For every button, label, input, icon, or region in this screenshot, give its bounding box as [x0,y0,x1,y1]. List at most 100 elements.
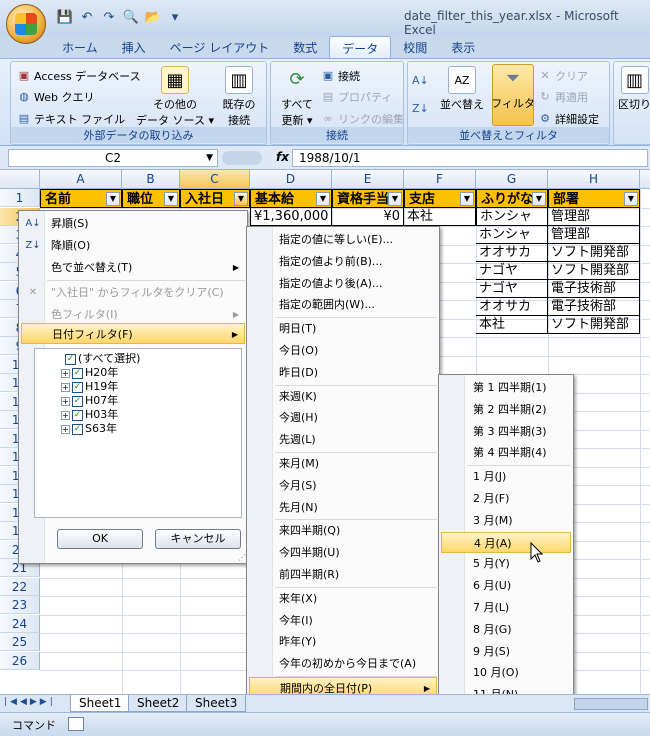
existing-connections-button[interactable]: ▥ 既存の 接続 [215,66,263,128]
ok-button[interactable]: OK [57,529,143,549]
date-filter-item[interactable]: 今週(H) [249,407,437,428]
date-filter-item[interactable]: 前四半期(R) [249,564,437,585]
date-filter-item[interactable]: 来月(M) [249,453,437,474]
text-file-button[interactable]: ▤ テキスト ファイル [17,111,125,127]
name-box[interactable]: C2 ▼ [8,149,218,167]
date-filter-item[interactable]: 来四半期(Q) [249,520,437,541]
properties-button[interactable]: ▤ プロパティ [321,89,393,105]
filter-dropdown-icon[interactable]: ▼ [234,192,248,206]
filter-dropdown-icon[interactable]: ▼ [624,192,638,206]
cell-f2[interactable]: 本社 [404,208,476,226]
checkbox-checked-icon[interactable]: ✓ [72,423,83,435]
print-preview-icon[interactable]: 🔍 [122,9,140,27]
checkbox-checked-icon[interactable]: ✓ [72,381,83,393]
connections-button[interactable]: ▣ 接続 [321,68,360,84]
cancel-button[interactable]: キャンセル [155,529,241,549]
expand-icon[interactable]: + [61,410,70,420]
resize-grip-icon[interactable]: ⋰ [238,553,246,562]
qat-dropdown-icon[interactable]: ▾ [166,9,184,27]
undo-icon[interactable]: ↶ [78,9,96,27]
tab-home[interactable]: ホーム [50,36,110,58]
date-filter-item[interactable]: 昨年(Y) [249,631,437,652]
filter-dropdown-icon[interactable]: ▼ [388,192,402,206]
menu-sort-ascending[interactable]: A↓ 昇順(S) [21,213,245,234]
cell-g[interactable]: ホンシャ [476,226,548,244]
tree-item[interactable]: + ✓ H03年 [61,408,118,422]
checkbox-checked-icon[interactable]: ✓ [72,395,83,407]
date-filter-item[interactable]: 明日(T) [249,318,437,339]
tree-item[interactable]: + ✓ H07年 [61,394,118,408]
period-item[interactable]: 第 3 四半期(3) [441,421,571,442]
filter-dropdown-icon[interactable]: ▼ [316,192,330,206]
period-item[interactable]: 8 月(G) [441,619,571,640]
sheet-nav-arrows-icon[interactable]: |◀◀▶▶| [4,697,56,707]
col-header-h[interactable]: H [548,170,640,189]
sheet-tab-2[interactable]: Sheet2 [128,695,189,712]
tab-review[interactable]: 校閲 [391,36,439,58]
sheet-tab-3[interactable]: Sheet3 [186,695,247,712]
clear-button[interactable]: ✕ クリア [538,68,588,84]
row-header[interactable]: 1 [0,189,40,207]
period-item[interactable]: 4 月(A) [441,531,571,553]
expand-icon[interactable]: + [61,368,70,378]
date-filter-item[interactable]: 来年(X) [249,588,437,609]
macro-record-icon[interactable] [68,717,84,731]
date-filter-item[interactable]: 今年の初めから今日まで(A) [249,653,437,674]
other-sources-button[interactable]: ▦ その他の データ ソース ▾ [136,66,214,128]
checkbox-checked-icon[interactable]: ✓ [72,409,83,421]
reapply-button[interactable]: ↻ 再適用 [538,89,588,105]
row-header[interactable]: 24 [0,614,40,633]
date-filter-item[interactable]: 指定の値より前(B)... [249,251,437,272]
menu-sort-descending[interactable]: Z↓ 降順(O) [21,235,245,256]
date-filter-item[interactable]: 指定の範囲内(W)... [249,294,437,315]
refresh-all-button[interactable]: ⟳ すべて 更新 ▾ [275,66,319,128]
cell-g[interactable]: 本社 [476,316,548,334]
open-folder-icon[interactable]: 📂 [144,9,162,27]
cell-h[interactable]: 管理部 [548,226,640,244]
select-all-corner[interactable] [0,170,40,189]
office-button[interactable] [6,4,46,44]
col-header-g[interactable]: G [476,170,548,189]
date-filter-item[interactable]: 指定の値に等しい(E)... [249,229,437,250]
expand-icon[interactable]: + [61,382,70,392]
sort-desc-small-button[interactable]: Z↓ [412,102,429,116]
horizontal-scrollbar[interactable] [574,698,648,710]
tree-item[interactable]: + ✓ S63年 [61,422,117,436]
chevron-down-icon[interactable]: ▼ [206,150,213,166]
period-item[interactable]: 2 月(F) [441,488,571,509]
tree-item[interactable]: + ✓ H20年 [61,366,118,380]
period-item[interactable]: 第 2 四半期(2) [441,399,571,420]
row-header[interactable]: 22 [0,577,40,596]
cell-e2[interactable]: ¥0 [332,208,404,226]
date-filter-item[interactable]: 今日(O) [249,340,437,361]
date-filter-item[interactable]: 先月(N) [249,497,437,518]
tab-formulas[interactable]: 数式 [281,36,329,58]
period-item[interactable]: 3 月(M) [441,510,571,531]
cell-h[interactable]: ソフト開発部 [548,262,640,280]
edit-links-button[interactable]: ∞ リンクの編集 [321,111,404,127]
cell-d2[interactable]: ¥1,360,000 [250,208,332,226]
menu-sort-by-color[interactable]: 色で並べ替え(T) ▶ [21,257,245,278]
sort-button[interactable]: AZ 並べ替え [434,66,490,112]
tree-item-select-all[interactable]: ✓ (すべて選択) [65,352,140,366]
cell-g[interactable]: オオサカ [476,298,548,316]
cell-h[interactable]: ソフト開発部 [548,316,640,334]
checkbox-checked-icon[interactable]: ✓ [72,367,83,379]
cell-h[interactable]: 電子技術部 [548,298,640,316]
col-header-e[interactable]: E [332,170,404,189]
row-header[interactable]: 26 [0,651,40,670]
period-item[interactable]: 第 4 四半期(4) [441,442,571,463]
period-item[interactable]: 第 1 四半期(1) [441,377,571,398]
advanced-button[interactable]: ⚙ 詳細設定 [538,111,599,127]
cell-h[interactable]: ソフト開発部 [548,244,640,262]
col-header-d[interactable]: D [250,170,332,189]
date-filter-item[interactable]: 指定の値より後(A)... [249,273,437,294]
expand-icon[interactable]: + [61,424,70,434]
tab-page-layout[interactable]: ページ レイアウト [158,36,282,58]
filter-dropdown-icon[interactable]: ▼ [532,192,546,206]
formula-input[interactable]: 1988/10/1 [292,149,648,167]
formula-slider[interactable] [222,151,262,165]
row-header[interactable]: 23 [0,596,40,614]
expand-icon[interactable]: + [61,396,70,406]
col-header-a[interactable]: A [40,170,122,189]
